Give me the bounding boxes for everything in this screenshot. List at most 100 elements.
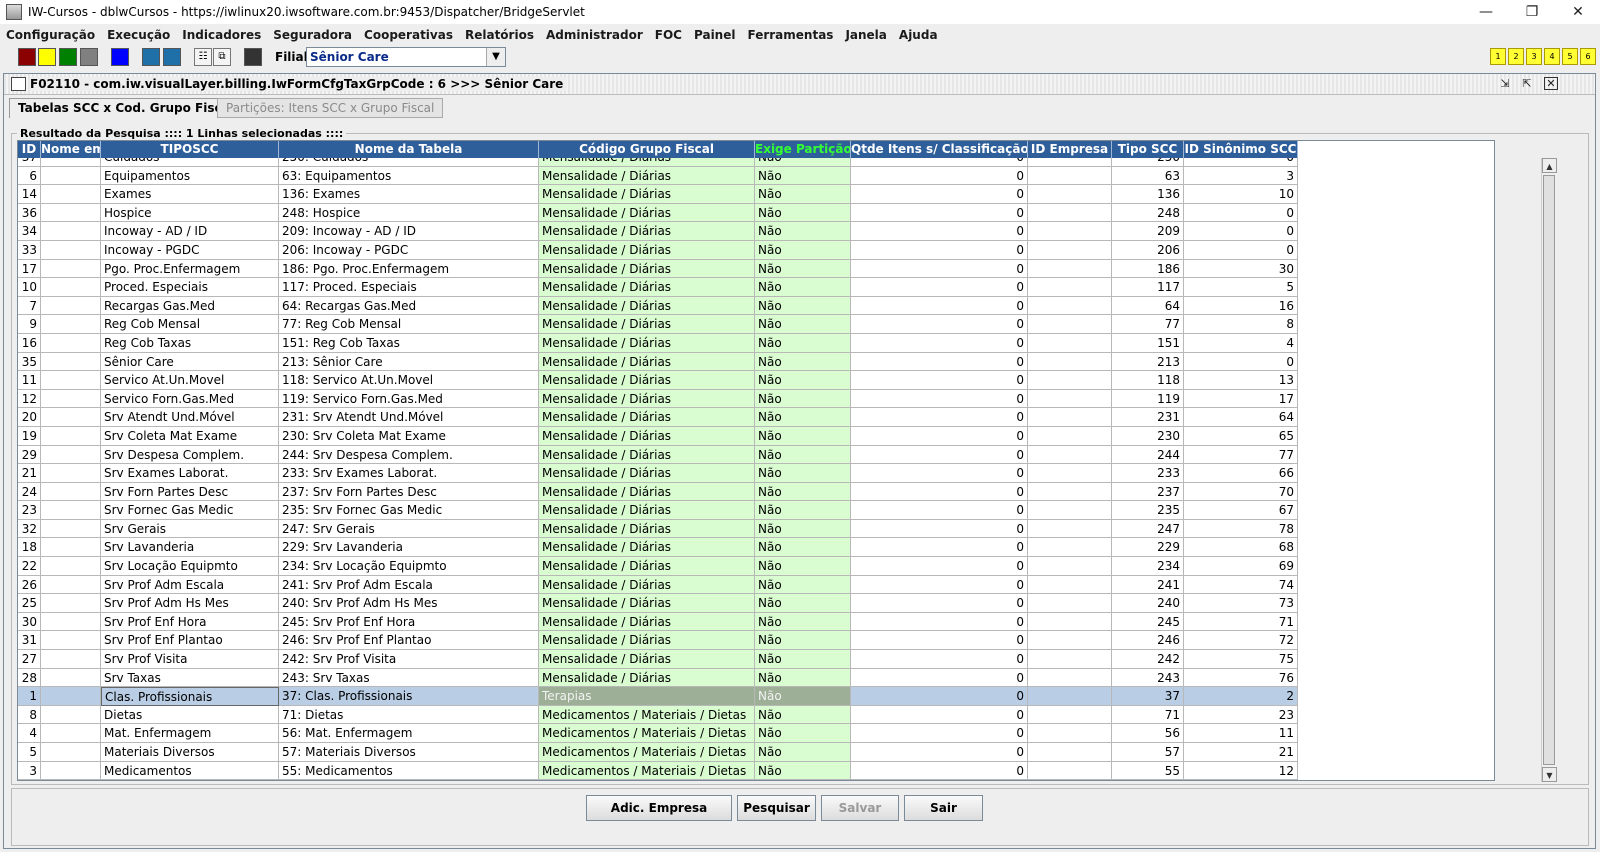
col-codigo-grupo-fiscal-cell[interactable]: Mensalidade / Diárias bbox=[539, 333, 755, 353]
col-id-cell[interactable]: 33 bbox=[18, 240, 41, 260]
close-icon[interactable]: ✕ bbox=[1555, 0, 1600, 24]
col-qtde-itens-cell[interactable]: 0 bbox=[851, 501, 1028, 520]
color-swatch-green[interactable] bbox=[59, 48, 77, 66]
col-exige-particao-cell[interactable]: Não bbox=[755, 408, 851, 427]
col-qtde-itens-cell[interactable]: 0 bbox=[851, 538, 1028, 558]
col-nome-tabela-cell[interactable]: 246: Srv Prof Enf Plantao bbox=[279, 631, 539, 651]
col-qtde-itens-cell[interactable]: 0 bbox=[851, 426, 1028, 446]
col-exige-particao-cell[interactable]: Não bbox=[755, 594, 851, 613]
col-id-empresa-cell[interactable] bbox=[1028, 352, 1112, 372]
col-tiposcc-cell[interactable]: Srv Prof Visita bbox=[101, 650, 279, 669]
menu-item-2[interactable]: Indicadores bbox=[176, 28, 267, 42]
col-id-sinonimo-cell[interactable]: 0 bbox=[1184, 158, 1298, 167]
col-nome-tabela-cell[interactable]: 209: Incoway - AD / ID bbox=[279, 222, 539, 241]
col-codigo-grupo-fiscal-cell[interactable]: Mensalidade / Diárias bbox=[539, 482, 755, 502]
col-exige-particao-cell[interactable]: Não bbox=[755, 761, 851, 780]
col-exige-particao-cell[interactable]: Não bbox=[755, 557, 851, 576]
table-row[interactable]: 20 Srv Atendt Und.Móvel 231: Srv Atendt Un… bbox=[18, 408, 1298, 427]
col-nome-empresa-cell[interactable] bbox=[41, 650, 101, 669]
col-codigo-grupo-fiscal-cell[interactable]: Mensalidade / Diárias bbox=[539, 668, 755, 688]
number-button-6[interactable]: 6 bbox=[1580, 48, 1596, 65]
number-button-5[interactable]: 5 bbox=[1562, 48, 1578, 65]
filial-select[interactable]: Sênior Care ▼ bbox=[306, 47, 506, 67]
col-id-cell[interactable]: 11 bbox=[18, 371, 41, 390]
number-button-4[interactable]: 4 bbox=[1544, 48, 1560, 65]
col-tipo-scc-cell[interactable]: 55 bbox=[1112, 761, 1184, 780]
col-id-sinonimo-cell[interactable]: 78 bbox=[1184, 519, 1298, 539]
col-id-sinonimo-cell[interactable]: 0 bbox=[1184, 203, 1298, 223]
menu-item-11[interactable]: Ajuda bbox=[893, 28, 944, 42]
col-id-cell[interactable]: 12 bbox=[18, 389, 41, 409]
table-row[interactable]: 35 Sênior Care 213: Sênior Care Mensalidade… bbox=[18, 352, 1298, 372]
col-exige-particao-cell[interactable]: Não bbox=[755, 185, 851, 204]
col-nome-empresa-cell[interactable] bbox=[41, 389, 101, 409]
col-id-cell[interactable]: 37 bbox=[18, 158, 41, 167]
col-tiposcc-cell[interactable]: Sênior Care bbox=[101, 352, 279, 372]
col-codigo-grupo-fiscal-cell[interactable]: Mensalidade / Diárias bbox=[539, 259, 755, 279]
col-codigo-grupo-fiscal-header[interactable]: Código Grupo Fiscal bbox=[539, 141, 755, 158]
col-tipo-scc-cell[interactable]: 246 bbox=[1112, 631, 1184, 651]
menu-item-0[interactable]: Configuração bbox=[0, 28, 101, 42]
col-nome-empresa-cell[interactable] bbox=[41, 352, 101, 372]
col-id-sinonimo-cell[interactable]: 12 bbox=[1184, 761, 1298, 780]
col-id-sinonimo-cell[interactable]: 68 bbox=[1184, 538, 1298, 558]
col-id-sinonimo-cell[interactable]: 73 bbox=[1184, 594, 1298, 613]
col-exige-particao-cell[interactable]: Não bbox=[755, 445, 851, 465]
col-nome-empresa-cell[interactable] bbox=[41, 501, 101, 520]
col-tipo-scc-cell[interactable]: 213 bbox=[1112, 352, 1184, 372]
table-row[interactable]: 22 Srv Locação Equipmto 234: Srv Locação E… bbox=[18, 557, 1298, 576]
col-nome-empresa-cell[interactable] bbox=[41, 408, 101, 427]
col-qtde-itens-cell[interactable]: 0 bbox=[851, 315, 1028, 334]
col-id-empresa-cell[interactable] bbox=[1028, 166, 1112, 186]
maximize-icon[interactable]: ❐ bbox=[1509, 0, 1555, 24]
col-nome-tabela-cell[interactable]: 242: Srv Prof Visita bbox=[279, 650, 539, 669]
col-nome-tabela-cell[interactable]: 240: Srv Prof Adm Hs Mes bbox=[279, 594, 539, 613]
col-id-cell[interactable]: 20 bbox=[18, 408, 41, 427]
col-tipo-scc-cell[interactable]: 244 bbox=[1112, 445, 1184, 465]
col-nome-tabela-cell[interactable]: 230: Srv Coleta Mat Exame bbox=[279, 426, 539, 446]
col-tiposcc-cell[interactable]: Mat. Enfermagem bbox=[101, 724, 279, 743]
col-id-cell[interactable]: 35 bbox=[18, 352, 41, 372]
col-nome-empresa-cell[interactable] bbox=[41, 158, 101, 167]
table-row[interactable]: 19 Srv Coleta Mat Exame 230: Srv Coleta Ma… bbox=[18, 426, 1298, 446]
col-nome-empresa-cell[interactable] bbox=[41, 296, 101, 316]
vertical-scrollbar[interactable]: ▲ ▼ bbox=[1541, 158, 1557, 782]
col-codigo-grupo-fiscal-cell[interactable]: Mensalidade / Diárias bbox=[539, 352, 755, 372]
windows-icon[interactable]: ⧉ bbox=[213, 48, 231, 66]
col-tipo-scc-cell[interactable]: 240 bbox=[1112, 594, 1184, 613]
col-qtde-itens-cell[interactable]: 0 bbox=[851, 158, 1028, 167]
col-exige-particao-cell[interactable]: Não bbox=[755, 482, 851, 502]
minimize-icon[interactable]: — bbox=[1463, 0, 1509, 24]
col-tipo-scc-header[interactable]: Tipo SCC bbox=[1112, 141, 1184, 158]
col-nome-tabela-cell[interactable]: 247: Srv Gerais bbox=[279, 519, 539, 539]
col-qtde-itens-cell[interactable]: 0 bbox=[851, 408, 1028, 427]
col-nome-tabela-cell[interactable]: 248: Hospice bbox=[279, 203, 539, 223]
col-nome-tabela-cell[interactable]: 136: Exames bbox=[279, 185, 539, 204]
col-qtde-itens-cell[interactable]: 0 bbox=[851, 371, 1028, 390]
table-row[interactable]: 1 Clas. Profissionais 37: Clas. Profission… bbox=[18, 687, 1298, 706]
table-row[interactable]: 30 Srv Prof Enf Hora 245: Srv Prof Enf Hor… bbox=[18, 612, 1298, 632]
col-tipo-scc-cell[interactable]: 57 bbox=[1112, 743, 1184, 762]
col-id-sinonimo-cell[interactable]: 74 bbox=[1184, 575, 1298, 595]
col-tiposcc-cell[interactable]: Srv Prof Adm Hs Mes bbox=[101, 594, 279, 613]
col-id-sinonimo-cell[interactable]: 11 bbox=[1184, 724, 1298, 743]
col-codigo-grupo-fiscal-cell[interactable]: Mensalidade / Diárias bbox=[539, 445, 755, 465]
maximize-frame-icon[interactable]: ⇱ bbox=[1520, 77, 1534, 90]
col-nome-tabela-cell[interactable]: 233: Srv Exames Laborat. bbox=[279, 464, 539, 483]
table-row[interactable]: 27 Srv Prof Visita 242: Srv Prof Visita Men… bbox=[18, 650, 1298, 669]
col-nome-empresa-cell[interactable] bbox=[41, 203, 101, 223]
table-row[interactable]: 17 Pgo. Proc.Enfermagem 186: Pgo. Proc.Enf… bbox=[18, 259, 1298, 279]
col-tiposcc-cell[interactable]: Medicamentos bbox=[101, 761, 279, 780]
col-nome-tabela-cell[interactable]: 55: Medicamentos bbox=[279, 761, 539, 780]
table-row[interactable]: 16 Reg Cob Taxas 151: Reg Cob Taxas Mensali… bbox=[18, 333, 1298, 353]
col-tiposcc-cell[interactable]: Incoway - AD / ID bbox=[101, 222, 279, 241]
col-tipo-scc-cell[interactable]: 64 bbox=[1112, 296, 1184, 316]
col-nome-tabela-cell[interactable]: 250: Cuidados bbox=[279, 158, 539, 167]
col-id-sinonimo-cell[interactable]: 71 bbox=[1184, 612, 1298, 632]
col-qtde-itens-cell[interactable]: 0 bbox=[851, 668, 1028, 688]
col-id-cell[interactable]: 19 bbox=[18, 426, 41, 446]
col-tipo-scc-cell[interactable]: 119 bbox=[1112, 389, 1184, 409]
minimize-frame-icon[interactable]: ⇲ bbox=[1498, 77, 1512, 90]
col-tipo-scc-cell[interactable]: 235 bbox=[1112, 501, 1184, 520]
col-qtde-itens-cell[interactable]: 0 bbox=[851, 259, 1028, 279]
